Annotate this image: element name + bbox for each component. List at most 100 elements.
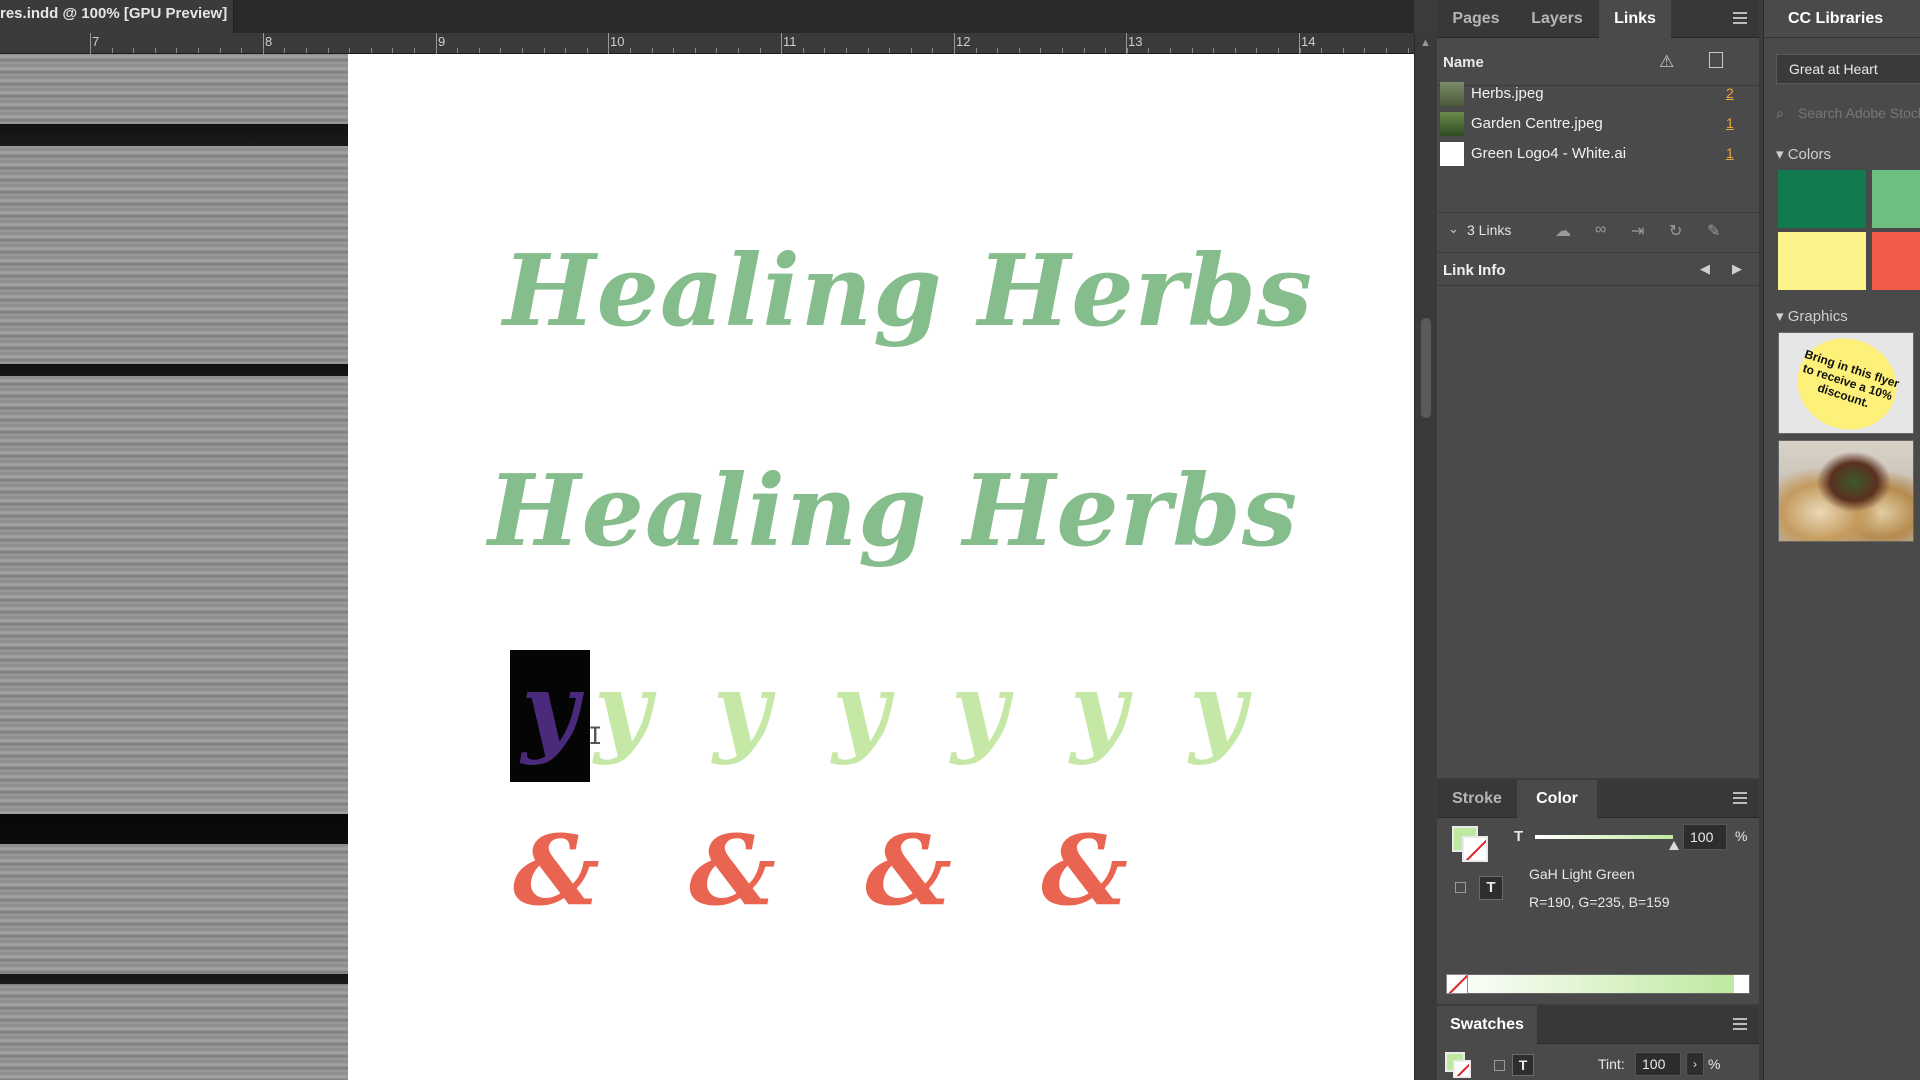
wood-background-image[interactable] <box>0 54 348 1080</box>
links-status-bar: ⌄ 3 Links ☁ ∞ ⇥ ↻ ✎ <box>1437 212 1759 246</box>
ruler-minor-tick <box>1408 48 1409 53</box>
ruler-minor-tick <box>392 48 393 53</box>
scroll-up-icon[interactable]: ▲ <box>1420 37 1431 49</box>
stroke-swatch[interactable] <box>1462 836 1488 862</box>
heading-healing-herbs-swash[interactable]: Healing Herbs <box>488 454 1298 569</box>
ruler-minor-tick <box>911 48 912 53</box>
library-color-swatch[interactable] <box>1872 232 1920 290</box>
ruler-minor-tick <box>112 48 113 53</box>
library-dropdown[interactable]: Great at Heart <box>1776 54 1920 84</box>
link-page-number[interactable]: 1 <box>1726 145 1734 161</box>
panel-menu-icon[interactable] <box>1733 792 1747 804</box>
tab-color[interactable]: Color <box>1517 780 1597 818</box>
colors-section-label: Colors <box>1787 146 1832 163</box>
library-graphic-discount-badge[interactable]: Bring in this flyer to receive a 10% dis… <box>1778 332 1914 434</box>
ruler-minor-tick <box>1364 48 1365 53</box>
ruler-minor-tick <box>544 48 545 53</box>
previous-icon[interactable]: ◀ <box>1700 261 1710 277</box>
none-swatch[interactable] <box>1446 974 1468 994</box>
color-ramp[interactable] <box>1446 974 1750 994</box>
selected-glyph[interactable]: y <box>510 650 590 782</box>
formatting-container-icon[interactable] <box>1455 882 1466 893</box>
ruler-number: 10 <box>610 34 625 49</box>
page-icon[interactable] <box>1709 52 1723 68</box>
link-row[interactable]: Herbs.jpeg 2 <box>1437 79 1759 109</box>
tint-slider[interactable] <box>1535 835 1673 839</box>
link-row[interactable]: Garden Centre.jpeg 1 <box>1437 109 1759 139</box>
ruler-minor-tick <box>824 48 825 53</box>
ruler-minor-tick <box>522 48 523 53</box>
relink-icon[interactable]: ∞ <box>1595 221 1606 239</box>
glyph-alternates-row[interactable]: y y y y y y y I <box>510 650 1246 790</box>
scrollbar-thumb[interactable] <box>1421 318 1431 418</box>
ruler-minor-tick <box>716 48 717 53</box>
tab-swatches[interactable]: Swatches <box>1437 1006 1537 1044</box>
ruler-minor-tick <box>846 48 847 53</box>
glyph-alternates[interactable]: y y y y y y <box>594 650 1260 770</box>
stroke-swatch[interactable] <box>1453 1060 1471 1078</box>
tab-stroke[interactable]: Stroke <box>1437 780 1517 818</box>
ruler-minor-tick <box>133 48 134 53</box>
ruler-minor-tick <box>263 48 264 53</box>
ruler-minor-tick <box>241 48 242 53</box>
document-canvas[interactable]: Healing Herbs Healing Herbs y y y y y y … <box>0 54 1414 1080</box>
graphics-section-label: Graphics <box>1787 308 1848 325</box>
link-page-number[interactable]: 1 <box>1726 115 1734 131</box>
ruler-minor-tick <box>371 48 372 53</box>
tint-channel-label: T <box>1514 828 1524 845</box>
library-color-swatch[interactable] <box>1778 232 1866 290</box>
swatch-name: GaH Light Green <box>1529 866 1635 882</box>
link-row[interactable]: Green Logo4 - White.ai 1 <box>1437 139 1759 169</box>
ruler-minor-tick <box>457 48 458 53</box>
goto-link-icon[interactable]: ⇥ <box>1631 221 1644 241</box>
cloud-icon[interactable]: ☁ <box>1555 221 1571 241</box>
heading-healing-herbs[interactable]: Healing Herbs <box>503 234 1313 349</box>
link-thumbnail <box>1440 142 1464 166</box>
horizontal-ruler[interactable]: 7 8 9 10 11 12 13 14 <box>0 33 1414 54</box>
panel-menu-icon[interactable] <box>1733 1018 1747 1030</box>
tint-input[interactable]: 100 <box>1635 1052 1681 1076</box>
tint-value-input[interactable]: 100 <box>1683 824 1727 850</box>
column-name[interactable]: Name <box>1443 54 1484 71</box>
formatting-text-button[interactable]: T <box>1512 1054 1534 1076</box>
tab-pages[interactable]: Pages <box>1437 0 1515 38</box>
ruler-minor-tick <box>1278 48 1279 53</box>
update-link-icon[interactable]: ↻ <box>1669 221 1682 241</box>
tint-dropdown-icon[interactable]: › <box>1686 1052 1704 1076</box>
graphics-section-header[interactable]: ▾ Graphics <box>1776 307 1848 325</box>
panel-menu-icon[interactable] <box>1733 12 1747 24</box>
ruler-minor-tick <box>306 48 307 53</box>
colors-section-header[interactable]: ▾ Colors <box>1776 145 1831 163</box>
library-graphic-food-photo[interactable] <box>1778 440 1914 542</box>
cc-libraries-tab[interactable]: CC Libraries <box>1764 0 1920 38</box>
chevron-down-icon[interactable]: ⌄ <box>1448 221 1459 237</box>
vertical-scrollbar[interactable]: ▲ <box>1414 33 1436 1080</box>
ruler-minor-tick <box>932 48 933 53</box>
formatting-container-icon[interactable] <box>1494 1060 1505 1071</box>
tab-links[interactable]: Links <box>1599 0 1671 38</box>
ampersand-alternates[interactable]: & & & & <box>513 814 1156 927</box>
ruler-minor-tick <box>436 48 437 53</box>
warning-icon[interactable]: ⚠ <box>1659 52 1674 72</box>
document-tab[interactable]: res.indd @ 100% [GPU Preview] <box>0 0 234 33</box>
search-input[interactable]: Search Adobe Stock <box>1776 100 1920 126</box>
percent-label: % <box>1708 1056 1721 1072</box>
tab-layers[interactable]: Layers <box>1515 0 1599 38</box>
ruler-minor-tick <box>349 48 350 53</box>
library-color-swatch[interactable] <box>1872 170 1920 228</box>
link-page-number[interactable]: 2 <box>1726 85 1734 101</box>
document-page[interactable]: Healing Herbs Healing Herbs y y y y y y … <box>348 54 1414 1080</box>
next-icon[interactable]: ▶ <box>1732 261 1742 277</box>
edit-original-icon[interactable]: ✎ <box>1707 221 1720 241</box>
links-count: 3 Links <box>1467 222 1512 238</box>
library-color-swatch[interactable] <box>1778 170 1866 228</box>
color-panel: Stroke Color T 100 % T GaH Light Green R… <box>1437 780 1759 1004</box>
ruler-minor-tick <box>479 48 480 53</box>
formatting-text-button[interactable]: T <box>1479 876 1503 900</box>
ruler-number: 12 <box>956 34 971 49</box>
ruler-minor-tick <box>155 48 156 53</box>
slider-handle[interactable] <box>1669 841 1679 850</box>
ruler-minor-tick <box>976 48 977 53</box>
link-name: Green Logo4 - White.ai <box>1471 145 1627 162</box>
ruler-minor-tick <box>414 48 415 53</box>
